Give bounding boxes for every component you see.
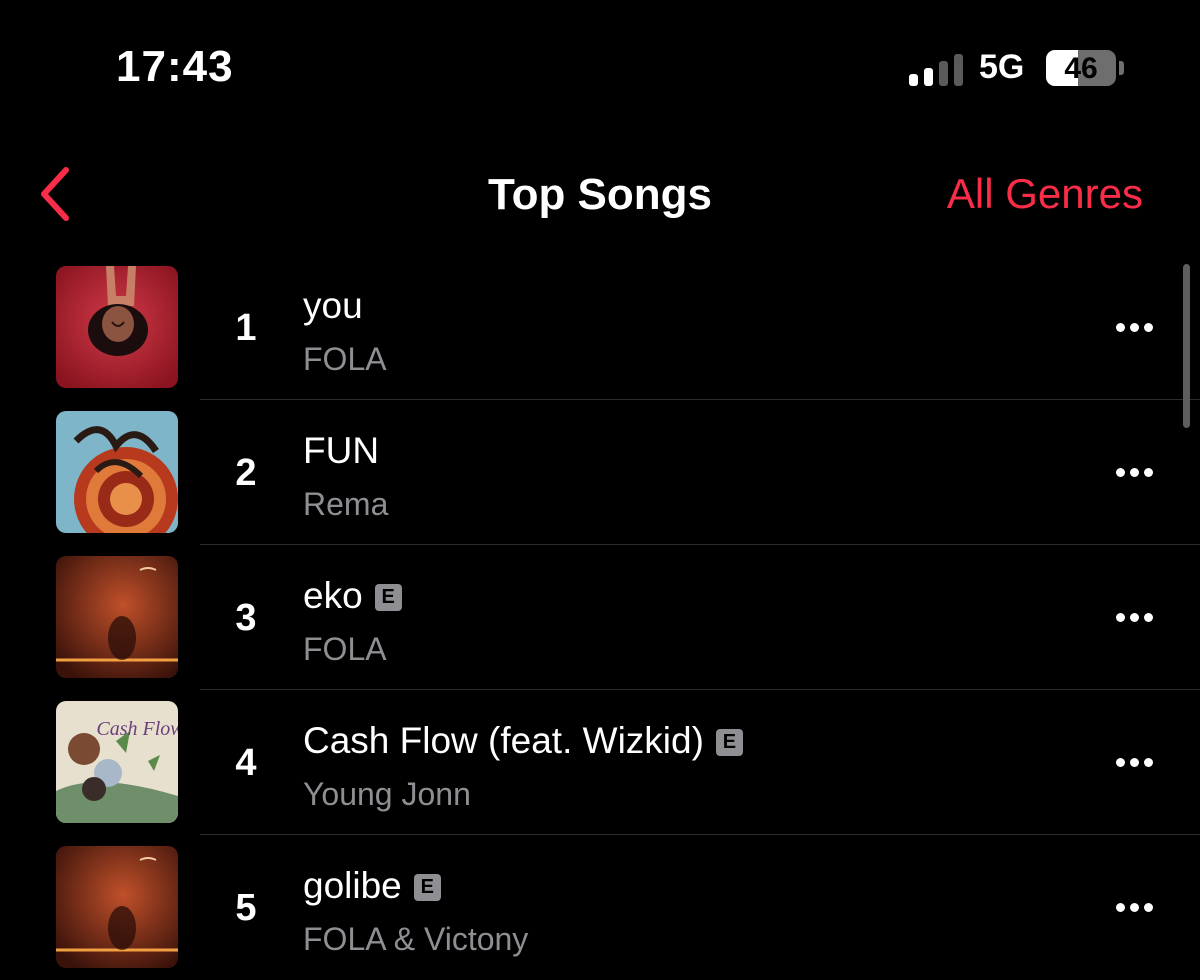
explicit-badge: E [715, 729, 743, 756]
song-title-line: FUN [303, 430, 379, 472]
song-title: you [303, 285, 363, 326]
album-artwork [56, 846, 178, 968]
status-time: 17:43 [116, 42, 234, 91]
network-type: 5G [979, 48, 1025, 86]
battery-cap [1119, 61, 1124, 75]
song-rank: 1 [235, 307, 257, 349]
explicit-badge: E [413, 874, 441, 901]
battery-icon: 46 [1046, 50, 1116, 86]
all-genres-button[interactable]: All Genres [947, 170, 1143, 218]
explicit-badge: E [374, 584, 402, 611]
cellular-signal-icon [909, 50, 965, 86]
song-row[interactable]: 3 eko E FOLA [0, 545, 1200, 690]
artwork-lettering: Cash Flow [96, 718, 178, 740]
song-row[interactable]: 5 golibe E FOLA & Victony [0, 835, 1200, 980]
song-artist[interactable]: FOLA & Victony [303, 921, 528, 958]
song-artist[interactable]: FOLA [303, 631, 387, 668]
song-title-line: Cash Flow (feat. Wizkid) E [303, 720, 743, 762]
more-options-button[interactable] [1112, 460, 1158, 486]
more-options-button[interactable] [1112, 750, 1158, 776]
battery-percent: 46 [1064, 52, 1098, 85]
album-artwork [56, 411, 178, 533]
song-title: FUN [303, 430, 380, 471]
more-options-button[interactable] [1112, 605, 1158, 631]
scrollbar[interactable] [1183, 264, 1190, 428]
song-title: Cash Flow (feat. Wizkid) [303, 720, 704, 761]
status-bar: 17:43 5G 46 [0, 0, 1200, 130]
album-artwork: Cash Flow [56, 701, 178, 823]
more-options-button[interactable] [1112, 895, 1158, 921]
song-rank: 5 [235, 887, 257, 929]
song-rank: 4 [235, 742, 257, 784]
navigation-bar: Top Songs All Genres [0, 150, 1200, 240]
song-row[interactable]: Cash Flow 4 Cash Flow (feat. Wizkid) E Yo… [0, 690, 1200, 835]
album-artwork [56, 556, 178, 678]
song-row[interactable]: 1 you FOLA [0, 255, 1200, 400]
song-title: eko [303, 575, 363, 616]
song-artist[interactable]: Young Jonn [303, 776, 471, 813]
song-title-line: golibe E [303, 865, 441, 907]
song-title-line: you [303, 285, 363, 327]
song-rank: 3 [235, 597, 257, 639]
song-row[interactable]: 2 FUN Rema [0, 400, 1200, 545]
song-artist[interactable]: FOLA [303, 341, 387, 378]
album-artwork [56, 266, 178, 388]
song-title-line: eko E [303, 575, 402, 617]
song-title: golibe [303, 865, 402, 906]
song-rank: 2 [235, 452, 257, 494]
more-options-button[interactable] [1112, 315, 1158, 341]
song-artist[interactable]: Rema [303, 486, 388, 523]
song-list: 1 you FOLA 2 FUN Rema 3 eko E FOLA Cash … [0, 255, 1200, 980]
